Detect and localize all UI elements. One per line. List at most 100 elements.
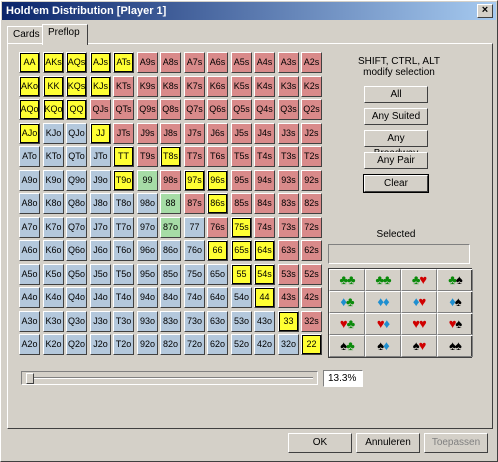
hand-cell-T8o[interactable]: T8o	[113, 193, 134, 214]
hand-cell-92o[interactable]: 92o	[137, 334, 158, 355]
hand-cell-K4s[interactable]: K4s	[254, 76, 275, 97]
hand-cell-K2s[interactable]: K2s	[301, 76, 322, 97]
hand-cell-Q2s[interactable]: Q2s	[301, 99, 322, 120]
hand-cell-Q5s[interactable]: Q5s	[231, 99, 252, 120]
hand-cell-65o[interactable]: 65o	[207, 264, 228, 285]
hand-cell-Q5o[interactable]: Q5o	[66, 264, 87, 285]
hand-cell-Q7o[interactable]: Q7o	[66, 217, 87, 238]
hand-cell-Q6s[interactable]: Q6s	[207, 99, 228, 120]
hand-cell-J2o[interactable]: J2o	[90, 334, 111, 355]
hand-cell-65s[interactable]: 65s	[231, 240, 252, 261]
hand-cell-J5s[interactable]: J5s	[231, 123, 252, 144]
hand-cell-42s[interactable]: 42s	[301, 287, 322, 308]
hand-cell-A4o[interactable]: A4o	[19, 287, 40, 308]
hand-cell-AQs[interactable]: AQs	[66, 52, 87, 73]
suit-combo-1-3[interactable]: ♦♠	[437, 291, 473, 313]
hand-cell-KTs[interactable]: KTs	[113, 76, 134, 97]
hand-cell-43s[interactable]: 43s	[278, 287, 299, 308]
hand-cell-66[interactable]: 66	[207, 240, 228, 261]
hand-cell-T7o[interactable]: T7o	[113, 217, 134, 238]
hand-cell-TT[interactable]: TT	[113, 146, 134, 167]
hand-cell-JJ[interactable]: JJ	[90, 123, 111, 144]
hand-cell-Q3s[interactable]: Q3s	[278, 99, 299, 120]
hand-cell-86s[interactable]: 86s	[207, 193, 228, 214]
hand-cell-T3s[interactable]: T3s	[278, 146, 299, 167]
hand-cell-83s[interactable]: 83s	[278, 193, 299, 214]
hand-cell-72o[interactable]: 72o	[184, 334, 205, 355]
hand-cell-99[interactable]: 99	[137, 170, 158, 191]
all-button[interactable]: All	[364, 86, 428, 103]
hand-cell-T6o[interactable]: T6o	[113, 240, 134, 261]
hand-cell-K6o[interactable]: K6o	[43, 240, 64, 261]
hand-cell-A6o[interactable]: A6o	[19, 240, 40, 261]
ok-button[interactable]: OK	[288, 433, 352, 453]
suit-combo-1-2[interactable]: ♦♥	[401, 291, 437, 313]
hand-cell-97s[interactable]: 97s	[184, 170, 205, 191]
hand-cell-K3s[interactable]: K3s	[278, 76, 299, 97]
hand-cell-A5o[interactable]: A5o	[19, 264, 40, 285]
hand-cell-54s[interactable]: 54s	[254, 264, 275, 285]
hand-cell-74s[interactable]: 74s	[254, 217, 275, 238]
hand-cell-32o[interactable]: 32o	[278, 334, 299, 355]
hand-cell-J3s[interactable]: J3s	[278, 123, 299, 144]
hand-cell-64s[interactable]: 64s	[254, 240, 275, 261]
hand-cell-QTo[interactable]: QTo	[66, 146, 87, 167]
hand-cell-94s[interactable]: 94s	[254, 170, 275, 191]
hand-cell-55[interactable]: 55	[231, 264, 252, 285]
hand-cell-A9s[interactable]: A9s	[137, 52, 158, 73]
hand-cell-K8s[interactable]: K8s	[160, 76, 181, 97]
hand-cell-K7s[interactable]: K7s	[184, 76, 205, 97]
hand-cell-AQo[interactable]: AQo	[19, 99, 40, 120]
hand-cell-T8s[interactable]: T8s	[160, 146, 181, 167]
hand-cell-T5s[interactable]: T5s	[231, 146, 252, 167]
hand-cell-75o[interactable]: 75o	[184, 264, 205, 285]
cancel-button[interactable]: Annuleren	[356, 433, 420, 453]
hand-cell-64o[interactable]: 64o	[207, 287, 228, 308]
hand-cell-T4o[interactable]: T4o	[113, 287, 134, 308]
hand-cell-A5s[interactable]: A5s	[231, 52, 252, 73]
hand-cell-32s[interactable]: 32s	[301, 311, 322, 332]
hand-cell-QJo[interactable]: QJo	[66, 123, 87, 144]
hand-cell-K5s[interactable]: K5s	[231, 76, 252, 97]
hand-cell-A8s[interactable]: A8s	[160, 52, 181, 73]
suit-combo-3-1[interactable]: ♠♦	[365, 335, 401, 357]
hand-cell-63o[interactable]: 63o	[207, 311, 228, 332]
hand-cell-K2o[interactable]: K2o	[43, 334, 64, 355]
hand-cell-K8o[interactable]: K8o	[43, 193, 64, 214]
hand-cell-A3s[interactable]: A3s	[278, 52, 299, 73]
hand-cell-K3o[interactable]: K3o	[43, 311, 64, 332]
hand-cell-62s[interactable]: 62s	[301, 240, 322, 261]
hand-cell-A2s[interactable]: A2s	[301, 52, 322, 73]
hand-cell-A9o[interactable]: A9o	[19, 170, 40, 191]
hand-cell-54o[interactable]: 54o	[231, 287, 252, 308]
hand-cell-Q4s[interactable]: Q4s	[254, 99, 275, 120]
hand-cell-KK[interactable]: KK	[43, 76, 64, 97]
hand-cell-KJo[interactable]: KJo	[43, 123, 64, 144]
hand-cell-95o[interactable]: 95o	[137, 264, 158, 285]
any-suited-button[interactable]: Any Suited	[364, 108, 428, 125]
hand-cell-74o[interactable]: 74o	[184, 287, 205, 308]
hand-cell-88[interactable]: 88	[160, 193, 181, 214]
hand-cell-J8s[interactable]: J8s	[160, 123, 181, 144]
hand-cell-AJs[interactable]: AJs	[90, 52, 111, 73]
hand-cell-J7o[interactable]: J7o	[90, 217, 111, 238]
suit-combo-2-3[interactable]: ♥♠	[437, 313, 473, 335]
hand-cell-98o[interactable]: 98o	[137, 193, 158, 214]
suit-combo-3-0[interactable]: ♠♣	[329, 335, 365, 357]
hand-cell-K4o[interactable]: K4o	[43, 287, 64, 308]
hand-cell-93o[interactable]: 93o	[137, 311, 158, 332]
hand-cell-52s[interactable]: 52s	[301, 264, 322, 285]
hand-cell-J9o[interactable]: J9o	[90, 170, 111, 191]
hand-cell-QJs[interactable]: QJs	[90, 99, 111, 120]
hand-cell-A2o[interactable]: A2o	[19, 334, 40, 355]
suit-combo-0-1[interactable]: ♣♣	[365, 269, 401, 291]
hand-cell-J9s[interactable]: J9s	[137, 123, 158, 144]
hand-cell-85o[interactable]: 85o	[160, 264, 181, 285]
hand-cell-T7s[interactable]: T7s	[184, 146, 205, 167]
hand-cell-Q6o[interactable]: Q6o	[66, 240, 87, 261]
hand-cell-87s[interactable]: 87s	[184, 193, 205, 214]
hand-cell-T2s[interactable]: T2s	[301, 146, 322, 167]
hand-cell-T9s[interactable]: T9s	[137, 146, 158, 167]
hand-cell-95s[interactable]: 95s	[231, 170, 252, 191]
hand-cell-97o[interactable]: 97o	[137, 217, 158, 238]
